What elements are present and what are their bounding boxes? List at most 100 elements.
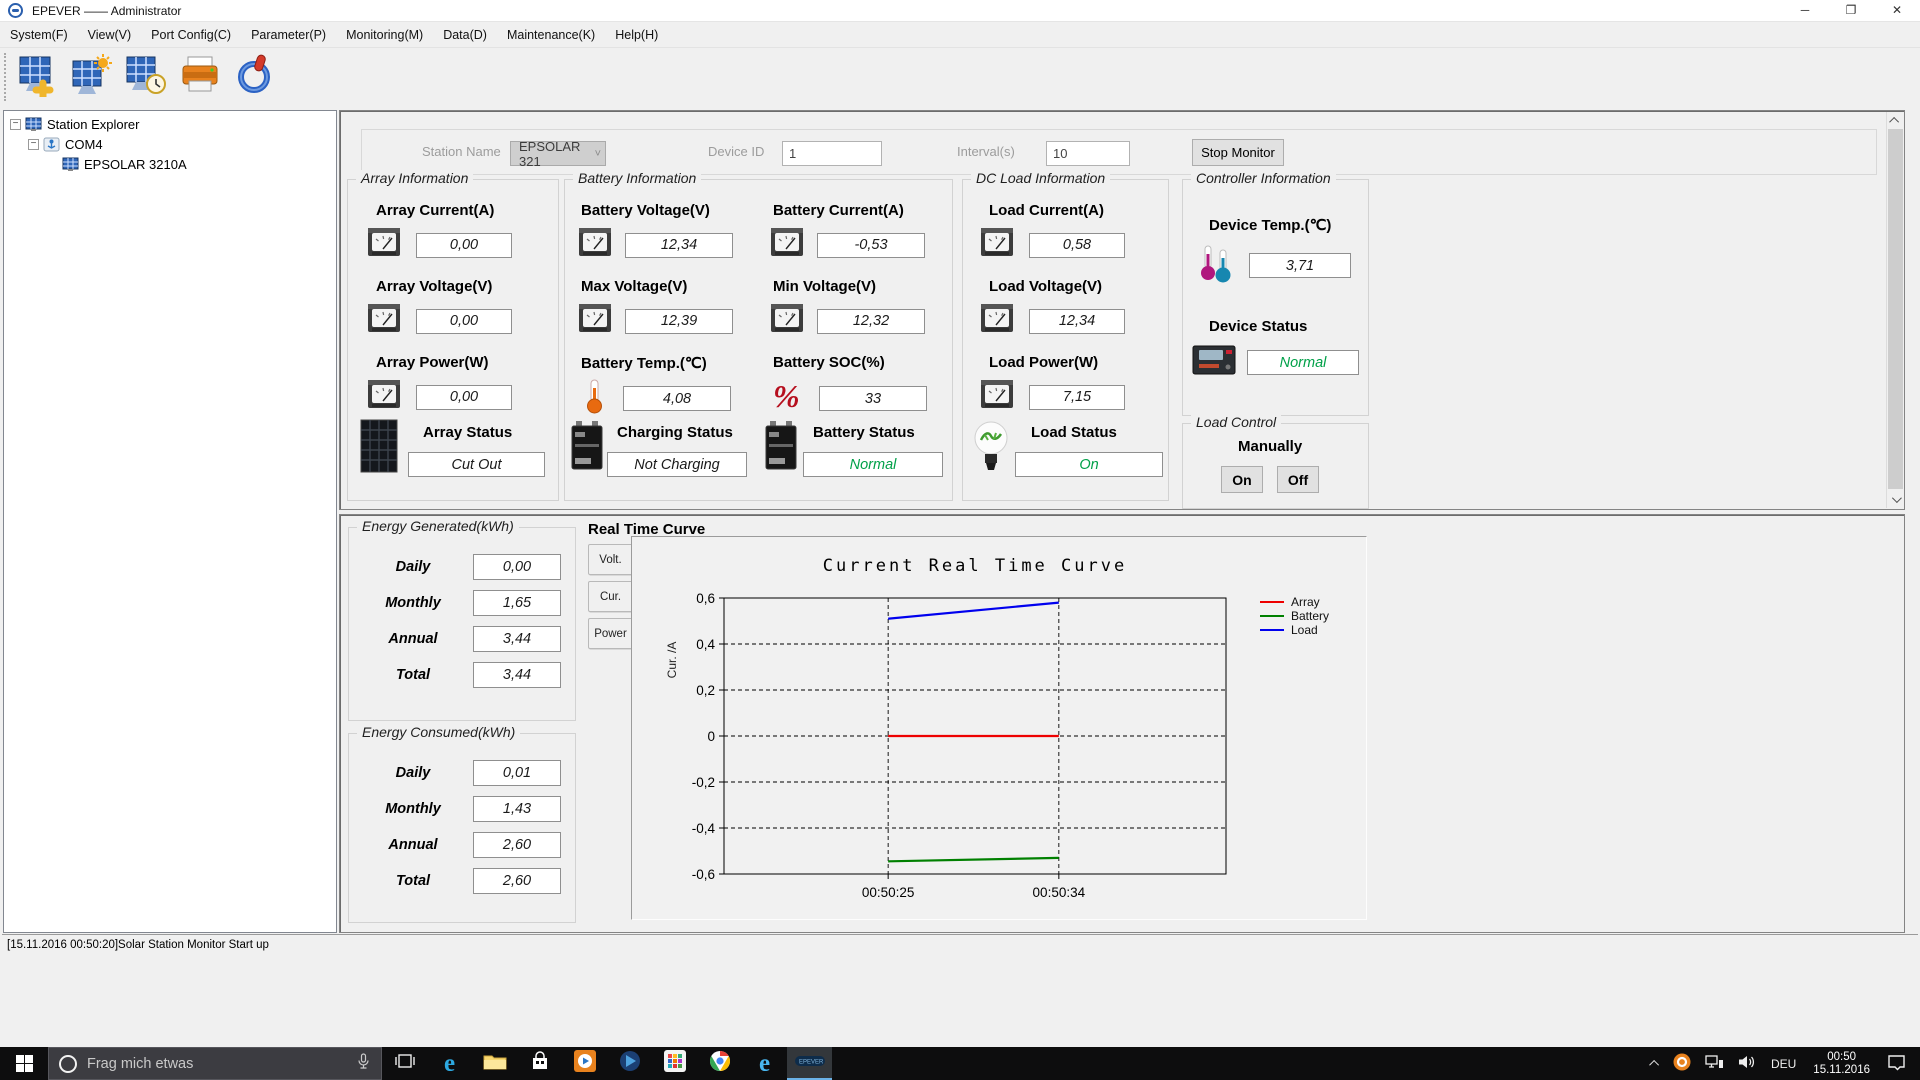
apps-grid-icon — [663, 1050, 686, 1077]
min-voltage-label: Min Voltage(V) — [773, 278, 877, 295]
battery-status-value: Normal — [803, 452, 943, 477]
gauge-icon — [366, 226, 402, 264]
edge-button[interactable]: e — [427, 1047, 472, 1080]
chrome-button[interactable] — [697, 1047, 742, 1080]
station-name-value: EPSOLAR 321 — [519, 138, 581, 169]
group-title: Array Information — [356, 170, 474, 186]
toolbar — [0, 48, 1920, 106]
cortana-icon — [59, 1054, 77, 1073]
lower-panel: Energy Generated(kWh) Daily 0,00 Monthly… — [339, 514, 1905, 933]
gauge-icon — [577, 226, 613, 264]
tray-expand-button[interactable] — [1645, 1047, 1666, 1080]
gauge-icon — [366, 302, 402, 340]
action-center-button[interactable] — [1880, 1047, 1920, 1080]
device-id-input[interactable] — [782, 141, 882, 166]
group-title: Battery Information — [573, 170, 702, 186]
collapse-icon[interactable]: − — [10, 118, 21, 130]
toolbar-drag-handle[interactable] — [4, 53, 8, 101]
annual-value: 3,44 — [473, 626, 561, 652]
menu-view[interactable]: View(V) — [78, 24, 142, 46]
load-off-button[interactable]: Off — [1277, 466, 1319, 493]
scroll-down-button[interactable] — [1887, 491, 1904, 508]
task-view-button[interactable] — [382, 1047, 427, 1080]
scroll-thumb[interactable] — [1888, 129, 1903, 489]
restore-button[interactable]: ❐ — [1828, 0, 1874, 22]
file-explorer-button[interactable] — [472, 1047, 517, 1080]
timer-monitor-button[interactable] — [122, 53, 170, 101]
menu-parameter[interactable]: Parameter(P) — [241, 24, 336, 46]
tree-node-station-explorer[interactable]: − Station Explorer — [4, 114, 336, 134]
daily-label: Daily — [395, 559, 431, 575]
device-temp-label: Device Temp.(℃) — [1209, 217, 1332, 234]
thermometer-icon — [577, 378, 611, 419]
microphone-icon[interactable] — [356, 1052, 371, 1075]
minimize-button[interactable]: ─ — [1782, 0, 1828, 22]
close-button[interactable]: ✕ — [1874, 0, 1920, 22]
taskbar-clock[interactable]: 00:50 15.11.2016 — [1803, 1051, 1880, 1077]
collapse-icon[interactable]: − — [28, 138, 39, 150]
real-time-chart: Current Real Time Curve Cur. /A 0,6 0,4 0,2 0… — [665, 556, 1227, 900]
legend-item: Load — [1260, 623, 1329, 637]
station-name-select[interactable]: EPSOLAR 321 ˅ — [510, 138, 606, 169]
epever-app-button[interactable]: EPEVER — [787, 1047, 832, 1080]
menu-data[interactable]: Data(D) — [433, 24, 497, 46]
tree-device-label: EPSOLAR 3210A — [84, 156, 187, 172]
group-title: Load Control — [1191, 414, 1282, 430]
dc-load-information-group: DC Load Information Load Current(A) 0,58… — [962, 170, 1169, 501]
start-button[interactable] — [0, 1047, 48, 1080]
battery-soc-label: Battery SOC(%) — [773, 354, 885, 371]
svg-text:0,6: 0,6 — [696, 591, 715, 606]
gauge-icon — [979, 302, 1015, 340]
battery-soc-value: 33 — [819, 386, 927, 411]
internet-explorer-button[interactable]: e — [742, 1047, 787, 1080]
stop-monitor-button[interactable]: Stop Monitor — [1192, 139, 1284, 166]
video-app-button[interactable] — [562, 1047, 607, 1080]
media-app-button[interactable] — [607, 1047, 652, 1080]
network-tray-icon[interactable] — [1698, 1047, 1731, 1080]
language-indicator[interactable]: DEU — [1764, 1047, 1803, 1080]
menu-maintenance[interactable]: Maintenance(K) — [497, 24, 605, 46]
svg-text:0,4: 0,4 — [696, 637, 715, 652]
exit-button[interactable] — [230, 53, 278, 101]
interval-input[interactable] — [1046, 141, 1130, 166]
monitor-panel: Station Name EPSOLAR 321 ˅ Device ID Int… — [339, 110, 1905, 510]
menu-system[interactable]: System(F) — [0, 24, 78, 46]
total-value: 3,44 — [473, 662, 561, 688]
apps-grid-button[interactable] — [652, 1047, 697, 1080]
tree-port-label: COM4 — [65, 136, 103, 152]
menu-monitoring[interactable]: Monitoring(M) — [336, 24, 433, 46]
tab-cur[interactable]: Cur. — [588, 581, 633, 612]
station-bar: Station Name EPSOLAR 321 ˅ Device ID Int… — [361, 129, 1877, 175]
menu-help[interactable]: Help(H) — [605, 24, 668, 46]
scroll-up-button[interactable] — [1887, 112, 1904, 129]
monitor-scrollbar[interactable] — [1886, 112, 1904, 508]
tree-root-label: Station Explorer — [47, 116, 140, 132]
device-status-label: Device Status — [1209, 318, 1308, 335]
tab-volt[interactable]: Volt. — [588, 544, 633, 575]
store-button[interactable] — [517, 1047, 562, 1080]
volume-tray-icon[interactable] — [1731, 1047, 1764, 1080]
antivirus-tray-icon[interactable] — [1666, 1047, 1698, 1080]
title-bar: EPEVER —— Administrator ─ ❐ ✕ — [0, 0, 1920, 22]
load-status-value: On — [1015, 452, 1163, 477]
station-config-button[interactable] — [68, 53, 116, 101]
clock-time: 00:50 — [1827, 1050, 1857, 1063]
svg-text:Current Real Time Curve: Current Real Time Curve — [823, 556, 1127, 576]
array-power-value: 0,00 — [416, 384, 512, 410]
add-station-button[interactable] — [14, 53, 62, 101]
array-current-value: 0,00 — [416, 232, 512, 258]
gauge-icon — [769, 226, 805, 264]
station-explorer-panel: − Station Explorer − COM4 EPSOLAR 3210A — [3, 110, 337, 933]
tree-node-com4[interactable]: − COM4 — [4, 134, 336, 154]
taskbar-search[interactable]: Frag mich etwas — [48, 1047, 382, 1080]
tab-power[interactable]: Power — [588, 618, 633, 649]
menu-port-config[interactable]: Port Config(C) — [141, 24, 241, 46]
energy-generated-group: Energy Generated(kWh) Daily 0,00 Monthly… — [348, 518, 576, 721]
svg-text:0: 0 — [707, 729, 715, 744]
store-bag-icon — [530, 1050, 550, 1077]
tree-node-epsolar-3210a[interactable]: EPSOLAR 3210A — [4, 154, 336, 174]
print-button[interactable] — [176, 53, 224, 101]
array-status-label: Array Status — [423, 424, 513, 441]
battery-icon — [567, 418, 607, 477]
load-on-button[interactable]: On — [1221, 466, 1263, 493]
